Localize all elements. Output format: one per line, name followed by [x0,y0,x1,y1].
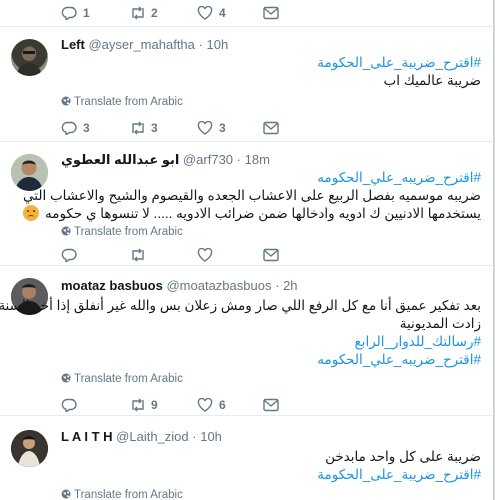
hashtag-link[interactable]: #اقترح_ضريبه_علي_الحكومه [0,351,481,369]
retweet-icon [132,248,144,262]
display-name[interactable]: moataz basbuos [61,278,163,293]
tweet-text: #اقترح_ضريبة_على_الحكومة ضريبة عالميك اب [317,54,481,90]
avatar[interactable] [11,39,48,76]
retweet-count: 2 [151,6,158,20]
retweet-icon [132,398,144,412]
like-count: 3 [219,121,226,135]
like-count: 4 [219,6,226,20]
tweet-actions: 3 3 3 [61,119,291,137]
hashtag-link[interactable]: #اقترح_ضريبة_على_الحكومة [317,466,481,484]
retweet-icon [132,6,144,20]
globe-icon [61,226,71,236]
display-name[interactable]: L A I T H [61,429,113,444]
timestamp[interactable]: 2h [283,278,297,293]
hashtag-link[interactable]: #اقترح_ضريبه_علي_الحكومه [23,169,481,187]
timestamp[interactable]: 10h [206,37,228,52]
tweet: ابو عبدالله العطوي @arf730 · 18m #اقترح_… [0,142,493,266]
translate-label: Translate from Arabic [74,373,183,385]
like-icon [197,398,213,412]
tweet: moataz basbuos @moatazbasbuos · 2h بعد ت… [0,266,493,416]
like-icon [197,6,213,20]
tweet-header: L A I T H @Laith_ziod · 10h [61,428,222,446]
like-count: 6 [219,398,226,412]
tweet-line: ضريبة عالميك اب [383,73,481,88]
tweet: L A I T H @Laith_ziod · 10h ضريبة على كل… [0,416,493,500]
tweet-header: moataz basbuos @moatazbasbuos · 2h [61,277,298,295]
tweet-actions [61,246,291,264]
separator: · [192,429,197,444]
tweet-actions: 9 6 [61,396,291,414]
user-handle[interactable]: @Laith_ziod [116,429,188,444]
reply-icon [61,248,77,262]
translate-link[interactable]: Translate from Arabic [61,225,183,239]
separator: · [236,152,241,167]
sad-face-emoji [23,205,40,221]
reply-icon [61,398,77,412]
reply-icon [61,6,77,20]
tweet-actions: 1 2 4 [61,4,291,22]
message-icon [263,6,279,20]
retweet-count: 9 [151,398,158,412]
separator: · [275,278,280,293]
hashtag-link[interactable]: #اقترح_ضريبة_على_الحكومة [317,54,481,72]
translate-link[interactable]: Translate from Arabic [61,488,183,500]
tweet-line: ضريبه موسميه بفصل الربيع على الاعشاب الج… [23,188,481,203]
like-icon [197,248,213,262]
hashtag-link[interactable]: #رسالتك_للدوار_الرابع [0,333,482,351]
globe-icon [61,96,71,106]
message-icon [263,398,279,412]
tweet-line: ضريبة على كل واحد مابدخن [325,449,481,464]
separator: · [198,37,203,52]
message-icon [263,248,279,262]
translate-label: Translate from Arabic [74,489,183,500]
translate-link[interactable]: Translate from Arabic [61,95,183,109]
tweet-line-text: يستخدمها الادنيين ك ادويه وادخالها ضمن ض… [44,206,481,221]
tweet-text: #اقترح_ضريبه_علي_الحكومه ضريبه موسميه بف… [23,169,481,223]
tweet-header: Left @ayser_mahaftha · 10h [61,36,228,54]
globe-icon [61,373,71,383]
user-handle[interactable]: @ayser_mahaftha [88,37,194,52]
reply-icon [61,121,77,135]
tweet-line-with-emoji: يستخدمها الادنيين ك ادويه وادخالها ضمن ض… [23,205,481,223]
retweet-icon [132,121,144,135]
message-icon [263,121,279,135]
avatar[interactable] [11,430,48,467]
translate-link[interactable]: Translate from Arabic [61,372,183,386]
like-icon [197,121,213,135]
tweet: 1 2 4 [0,0,493,27]
globe-icon [61,489,71,499]
display-name[interactable]: ابو عبدالله العطوي [61,152,179,167]
translate-label: Translate from Arabic [74,226,183,238]
timestamp[interactable]: 18m [245,152,270,167]
tweet-text: بعد تفكير عميق أنا مع كل الرفع اللي صار … [0,297,481,369]
retweet-count: 3 [151,121,158,135]
tweet-line: زادت المديونية [399,316,481,331]
user-handle[interactable]: @arf730 [183,152,233,167]
display-name[interactable]: Left [61,37,85,52]
translate-label: Translate from Arabic [74,96,183,108]
user-handle[interactable]: @moatazbasbuos [166,278,271,293]
reply-count: 3 [83,121,90,135]
tweet-text: ضريبة على كل واحد مابدخن #اقترح_ضريبة_عل… [317,448,481,484]
tweet: Left @ayser_mahaftha · 10h #اقترح_ضريبة_… [0,27,493,142]
tweet-feed: 1 2 4 Left @ayser_mahaftha · 10h #اقترح_… [0,0,495,500]
timestamp[interactable]: 10h [200,429,222,444]
reply-count: 1 [83,6,90,20]
tweet-header: ابو عبدالله العطوي @arf730 · 18m [61,151,270,169]
tweet-line: بعد تفكير عميق أنا مع كل الرفع اللي صار … [0,298,481,313]
